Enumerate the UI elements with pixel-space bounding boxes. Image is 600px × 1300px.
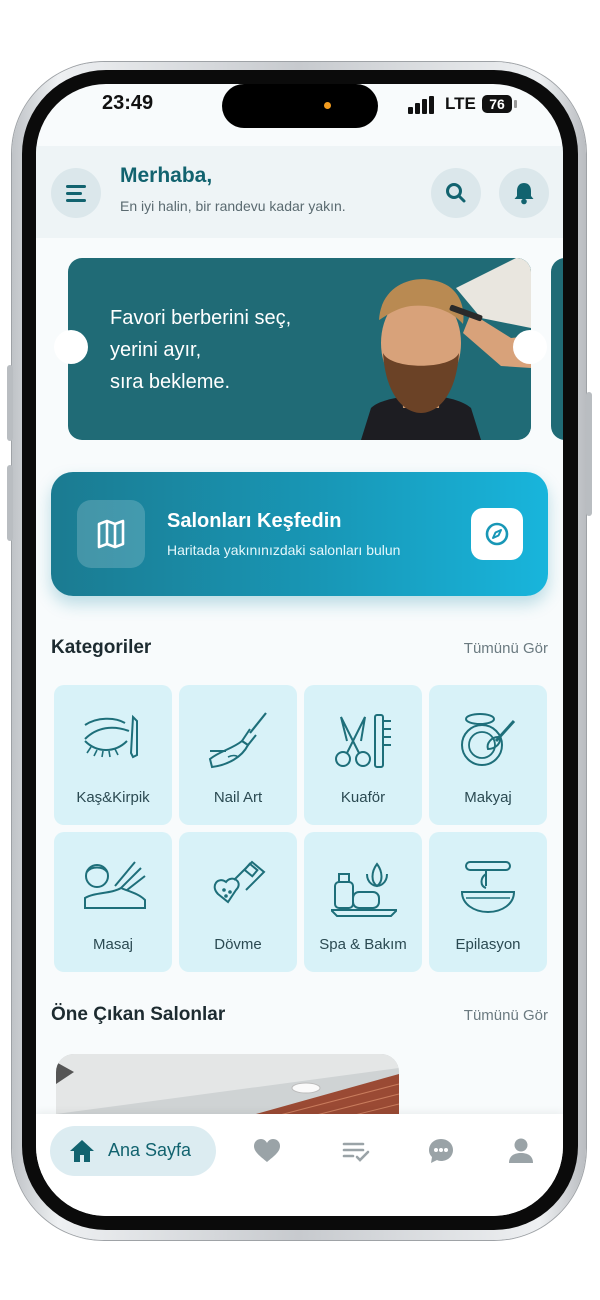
status-bar: 23:49 LTE 76 — [36, 84, 563, 134]
explore-subtitle: Haritada yakınınızdaki salonları bulun — [167, 542, 401, 558]
status-time: 23:49 — [102, 92, 154, 114]
explore-title: Salonları Keşfedin — [167, 510, 342, 532]
bell-icon — [514, 183, 534, 205]
compass-button[interactable] — [471, 508, 523, 560]
network-type: LTE — [445, 94, 476, 113]
map-icon-box — [77, 500, 145, 568]
category-tile-dovme[interactable]: Dövme — [179, 832, 297, 972]
volume-down-button — [7, 465, 13, 541]
heart-icon[interactable] — [252, 1136, 282, 1166]
tattoo-machine-icon — [213, 860, 266, 904]
banner-prev-notch — [54, 330, 88, 364]
barber-photo — [331, 258, 531, 440]
category-label: Dövme — [214, 936, 262, 953]
menu-button[interactable] — [51, 168, 101, 218]
category-tile-kas-kirpik[interactable]: Kaş&Kirpik — [54, 685, 172, 825]
menu-icon — [66, 185, 86, 202]
greeting-title: Merhaba, — [120, 164, 213, 187]
category-label: Nail Art — [213, 789, 263, 806]
chat-icon[interactable] — [426, 1136, 456, 1166]
list-check-icon[interactable] — [341, 1136, 371, 1166]
map-icon — [97, 519, 125, 549]
greeting-subtitle: En iyi halin, bir randevu kadar yakın. — [120, 198, 346, 214]
volume-up-button — [7, 365, 13, 441]
category-label: Masaj — [92, 936, 133, 953]
category-tile-kuafor[interactable]: Kuaför — [304, 685, 422, 825]
bottom-tab-bar: Ana Sayfa — [36, 1114, 563, 1216]
featured-see-all-link[interactable]: Tümünü Gör — [464, 1007, 548, 1024]
category-label: Kuaför — [340, 789, 386, 806]
category-tile-epilasyon[interactable]: Epilasyon — [429, 832, 547, 972]
camera-indicator-dot — [324, 102, 331, 109]
app-screen: 23:49 LTE 76 Merhaba, En iyi halin, bir … — [36, 84, 563, 1216]
home-icon — [70, 1140, 94, 1162]
nail-polish-icon — [208, 712, 267, 769]
notifications-button[interactable] — [499, 168, 549, 218]
category-label: Kaş&Kirpik — [76, 789, 150, 806]
eyelash-icon — [84, 714, 138, 759]
spa-icon — [331, 862, 397, 917]
dynamic-island — [222, 84, 378, 128]
user-icon[interactable] — [506, 1136, 536, 1166]
tab-home[interactable]: Ana Sayfa — [50, 1126, 216, 1176]
search-icon — [446, 183, 466, 203]
explore-salons-card[interactable]: Salonları Keşfedin Haritada yakınınızdak… — [51, 472, 548, 596]
massage-icon — [84, 861, 146, 909]
category-label: Epilasyon — [455, 936, 521, 953]
search-button[interactable] — [431, 168, 481, 218]
tab-home-label: Ana Sayfa — [108, 1140, 192, 1160]
promo-banner[interactable]: Favori berberini seç, yerini ayır, sıra … — [68, 258, 531, 440]
battery-tip — [514, 100, 517, 108]
category-tile-nail-art[interactable]: Nail Art — [179, 685, 297, 825]
wax-bowl-icon — [460, 861, 516, 914]
battery-level: 76 — [482, 95, 512, 113]
signal-icon — [408, 96, 434, 114]
scissors-comb-icon — [335, 714, 391, 768]
power-button — [586, 392, 592, 516]
app-header: Merhaba, En iyi halin, bir randevu kadar… — [36, 146, 563, 238]
category-label: Makyaj — [464, 789, 512, 806]
banner-next-notch — [513, 330, 547, 364]
next-banner-peek[interactable] — [551, 258, 563, 440]
category-tile-masaj[interactable]: Masaj — [54, 832, 172, 972]
compass-icon — [485, 522, 509, 546]
category-label: Spa & Bakım — [319, 936, 407, 953]
category-tile-makyaj[interactable]: Makyaj — [429, 685, 547, 825]
featured-title: Öne Çıkan Salonlar — [51, 1004, 226, 1025]
category-tile-spa-bakim[interactable]: Spa & Bakım — [304, 832, 422, 972]
categories-title: Kategoriler — [51, 637, 152, 658]
categories-see-all-link[interactable]: Tümünü Gör — [464, 640, 548, 657]
compact-brush-icon — [461, 713, 516, 766]
